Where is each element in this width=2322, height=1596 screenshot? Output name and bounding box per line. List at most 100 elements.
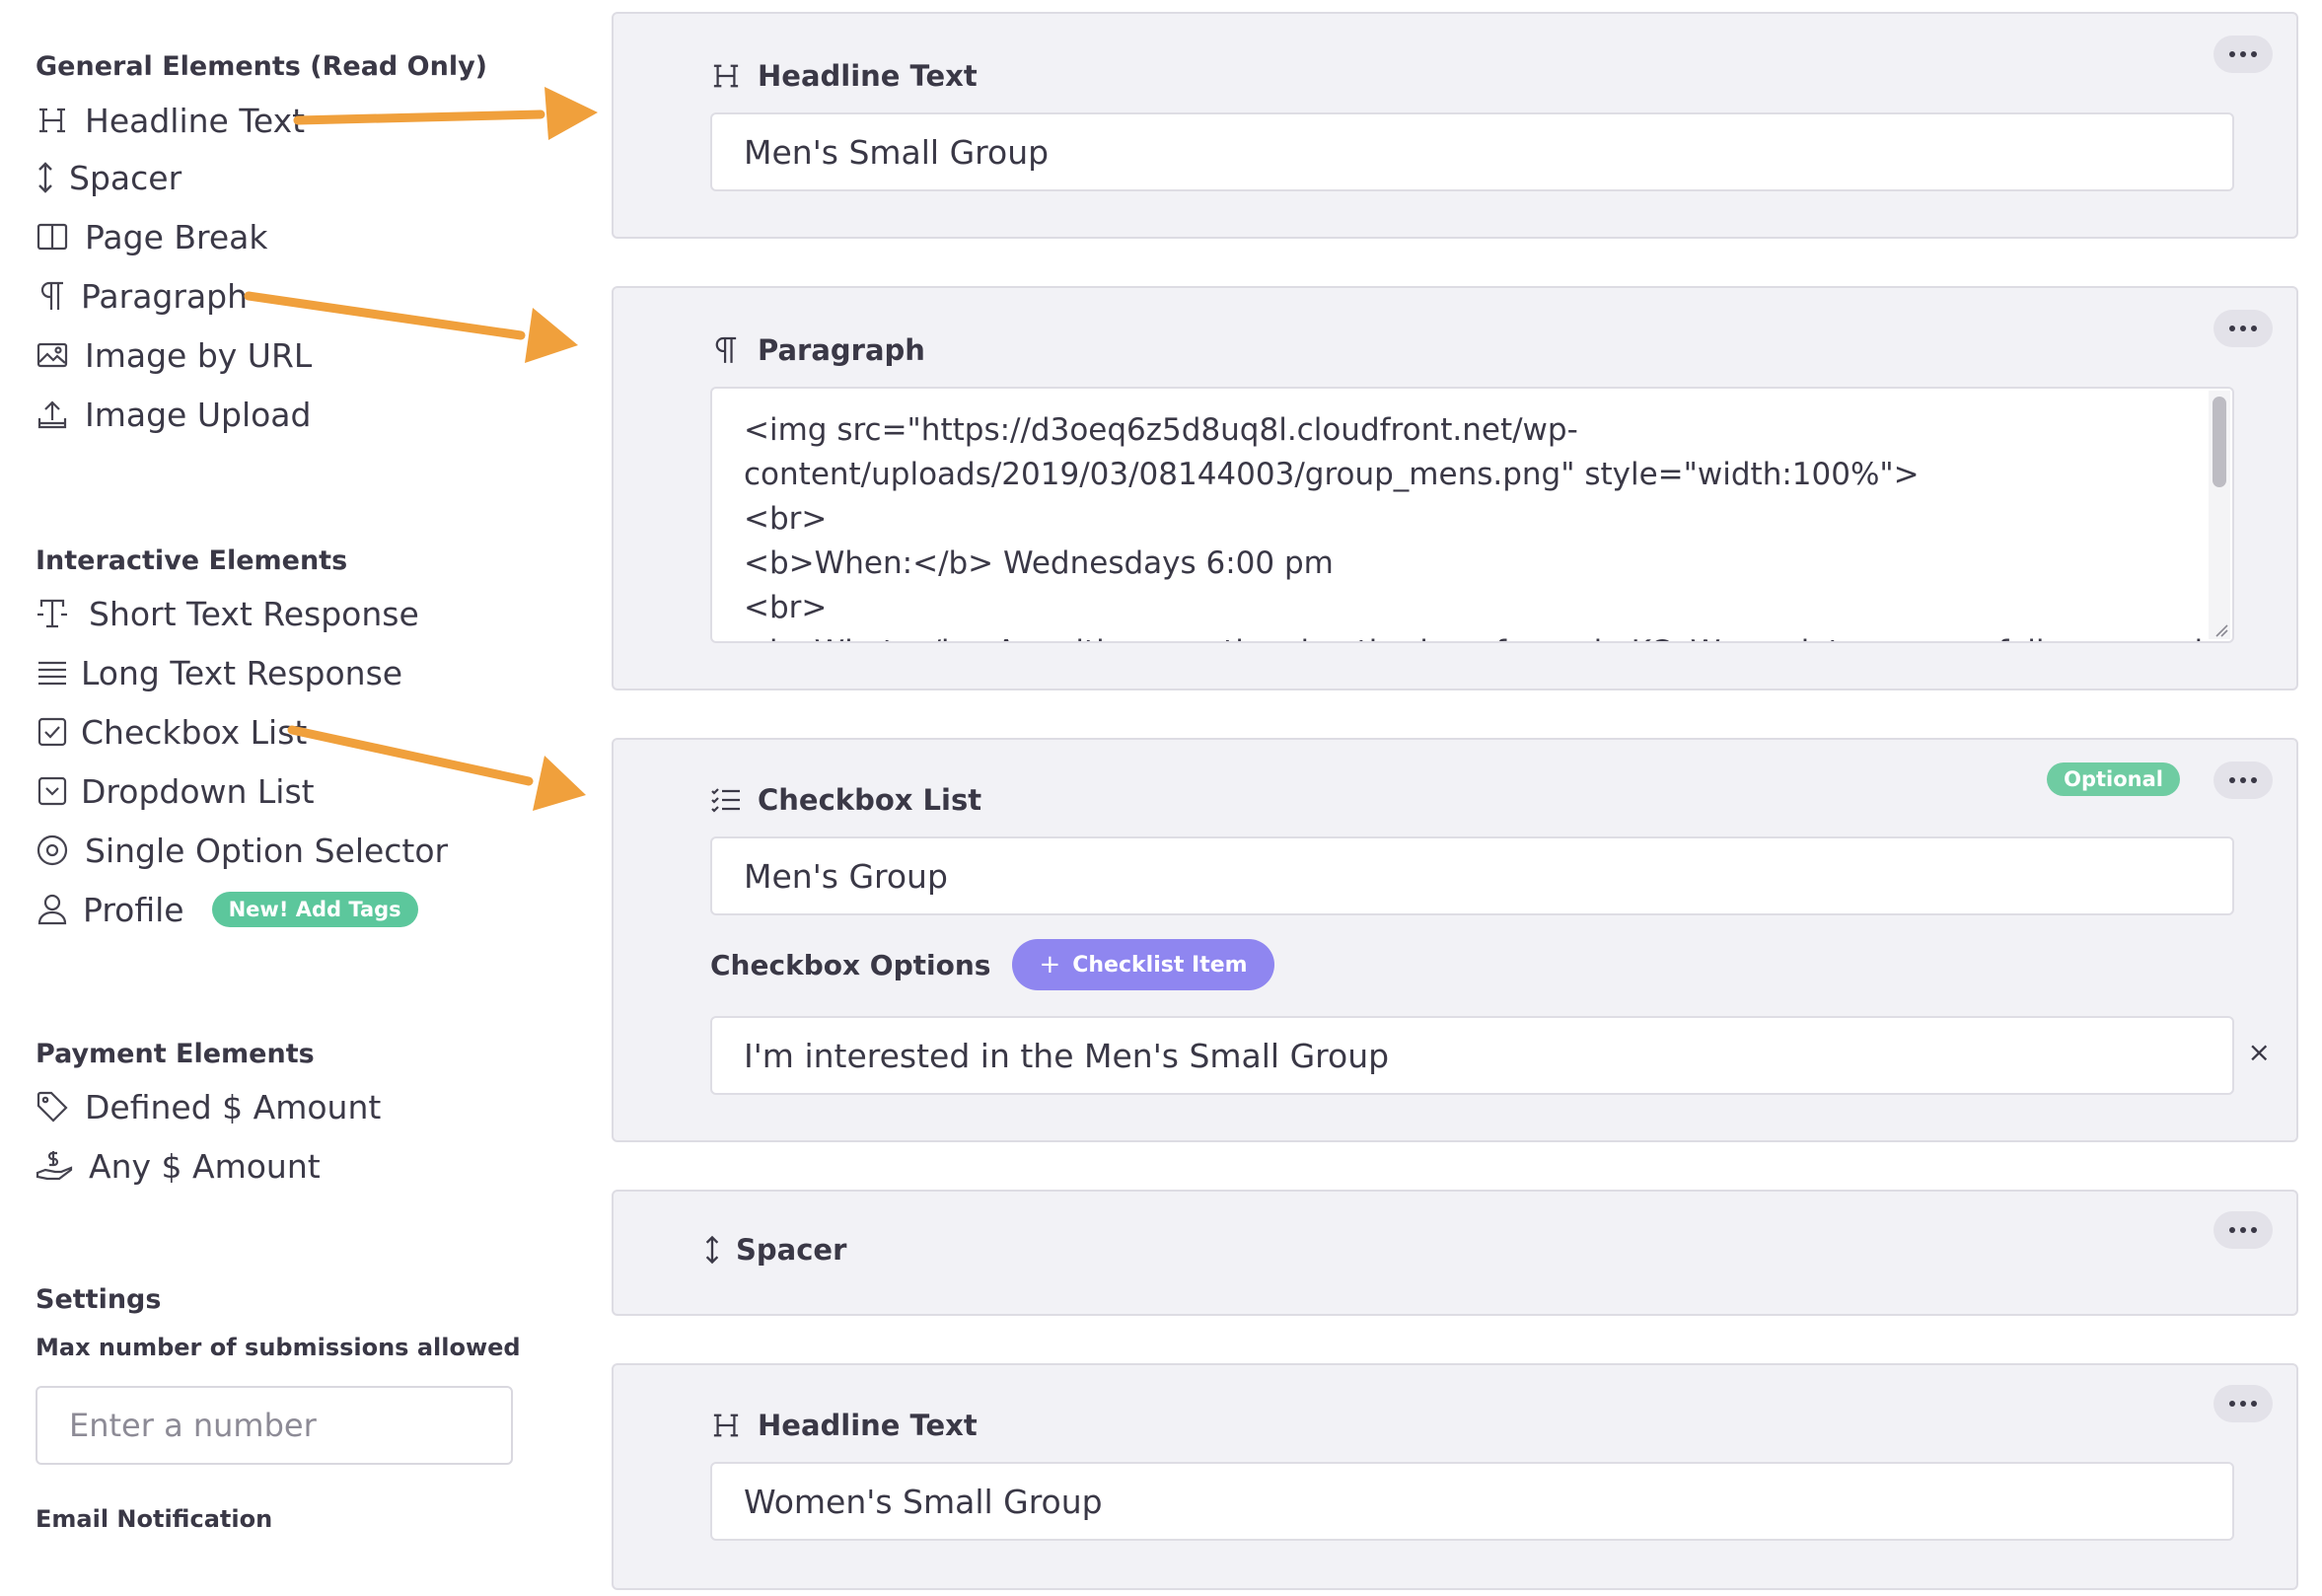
sidebar-item-headline-text[interactable]: Headline Text bbox=[36, 93, 305, 148]
heading-icon bbox=[36, 104, 69, 137]
vertical-arrows-icon bbox=[702, 1234, 722, 1266]
checkbox-option-input[interactable]: I'm interested in the Men's Small Group bbox=[710, 1016, 2234, 1095]
sidebar-item-label: Profile bbox=[83, 890, 184, 929]
sidebar-item-label: Defined $ Amount bbox=[85, 1087, 382, 1126]
card-headline-text-2[interactable]: Headline Text Women's Small Group bbox=[612, 1363, 2298, 1590]
user-icon bbox=[36, 893, 69, 926]
sidebar-item-label: Image by URL bbox=[85, 335, 313, 375]
dot-icon bbox=[2251, 1227, 2257, 1233]
section-title-interactive: Interactive Elements bbox=[36, 545, 348, 576]
sidebar-item-label: Headline Text bbox=[85, 101, 306, 140]
dot-icon bbox=[2251, 1401, 2257, 1407]
radio-icon bbox=[36, 834, 69, 867]
sidebar-item-label: Image Upload bbox=[85, 395, 312, 434]
card-title: Paragraph bbox=[758, 333, 925, 367]
paragraph-html-content: <img src="https://d3oeq6z5d8uq8l.cloudfr… bbox=[744, 412, 2203, 641]
paragraph-icon bbox=[710, 334, 742, 366]
checkbox-list-title-input[interactable]: Men's Group bbox=[710, 836, 2234, 915]
paragraph-textarea[interactable]: <img src="https://d3oeq6z5d8uq8l.cloudfr… bbox=[710, 387, 2234, 643]
dot-icon bbox=[2240, 326, 2246, 331]
new-feature-badge: New! Add Tags bbox=[211, 892, 418, 927]
sidebar-item-label: Page Break bbox=[85, 217, 268, 256]
max-submissions-input[interactable] bbox=[36, 1386, 513, 1465]
dot-icon bbox=[2251, 51, 2257, 57]
hand-money-icon bbox=[36, 1149, 73, 1183]
card-header: Spacer bbox=[702, 1233, 846, 1267]
optional-badge: Optional bbox=[2047, 762, 2180, 796]
more-options-button[interactable] bbox=[2213, 36, 2273, 73]
checkbox-options-row: Checkbox Options + Checklist Item bbox=[710, 939, 1274, 990]
element-sidebar: General Elements (Read Only) Headline Te… bbox=[0, 0, 592, 1596]
card-checkbox-list[interactable]: Optional Checkbox List Men's Group Check… bbox=[612, 738, 2298, 1142]
card-title: Headline Text bbox=[758, 59, 978, 93]
section-title-general: General Elements (Read Only) bbox=[36, 51, 488, 82]
checkbox-options-label: Checkbox Options bbox=[710, 948, 991, 981]
card-header: Headline Text bbox=[710, 59, 978, 93]
dot-icon bbox=[2229, 1401, 2235, 1407]
scrollbar-thumb[interactable] bbox=[2213, 397, 2226, 487]
card-title: Spacer bbox=[736, 1233, 847, 1267]
sidebar-item-page-break[interactable]: Page Break bbox=[36, 209, 268, 264]
card-headline-text[interactable]: Headline Text Men's Small Group bbox=[612, 12, 2298, 239]
card-spacer[interactable]: Spacer bbox=[612, 1190, 2298, 1316]
card-header: Checkbox List bbox=[710, 783, 981, 817]
image-icon bbox=[36, 338, 69, 372]
sidebar-item-label: Single Option Selector bbox=[85, 831, 449, 870]
dot-icon bbox=[2240, 777, 2246, 783]
page-break-icon bbox=[36, 220, 69, 254]
sidebar-item-image-upload[interactable]: Image Upload bbox=[36, 387, 311, 442]
sidebar-item-label: Paragraph bbox=[81, 276, 249, 316]
sidebar-item-paragraph[interactable]: Paragraph bbox=[36, 268, 248, 324]
sidebar-item-long-text-response[interactable]: Long Text Response bbox=[36, 645, 402, 700]
email-notification-label: Email Notification bbox=[36, 1505, 273, 1533]
headline-input[interactable]: Men's Small Group bbox=[710, 112, 2234, 191]
sidebar-item-label: Long Text Response bbox=[81, 653, 403, 692]
heading-icon bbox=[710, 60, 742, 92]
section-title-settings: Settings bbox=[36, 1284, 162, 1315]
checklist-icon bbox=[710, 784, 742, 816]
vertical-arrows-icon bbox=[36, 161, 55, 194]
dot-icon bbox=[2240, 51, 2246, 57]
sidebar-item-image-by-url[interactable]: Image by URL bbox=[36, 327, 312, 383]
more-options-button[interactable] bbox=[2213, 1211, 2273, 1249]
headline-input[interactable]: Women's Small Group bbox=[710, 1462, 2234, 1541]
sidebar-item-single-option-selector[interactable]: Single Option Selector bbox=[36, 823, 448, 878]
lines-icon bbox=[36, 656, 69, 689]
dot-icon bbox=[2251, 326, 2257, 331]
dropdown-icon bbox=[36, 774, 69, 808]
remove-option-icon[interactable]: × bbox=[2248, 1036, 2271, 1068]
sidebar-item-checkbox-list[interactable]: Checkbox List bbox=[36, 704, 307, 760]
paragraph-icon bbox=[36, 279, 69, 313]
sidebar-item-label: Dropdown List bbox=[81, 771, 315, 811]
sidebar-item-label: Spacer bbox=[69, 158, 182, 197]
card-header: Headline Text bbox=[710, 1409, 978, 1442]
sidebar-item-spacer[interactable]: Spacer bbox=[36, 150, 181, 205]
section-title-payment: Payment Elements bbox=[36, 1039, 315, 1069]
sidebar-item-any-amount[interactable]: Any $ Amount bbox=[36, 1138, 321, 1194]
sidebar-item-label: Short Text Response bbox=[89, 594, 419, 633]
dot-icon bbox=[2240, 1227, 2246, 1233]
short-text-icon bbox=[36, 597, 69, 630]
dot-icon bbox=[2229, 1227, 2235, 1233]
dot-icon bbox=[2240, 1401, 2246, 1407]
max-submissions-label: Max number of submissions allowed bbox=[36, 1334, 521, 1361]
plus-icon: + bbox=[1039, 950, 1061, 979]
sidebar-item-defined-amount[interactable]: Defined $ Amount bbox=[36, 1079, 381, 1134]
resize-handle-icon[interactable] bbox=[2214, 623, 2228, 637]
checkbox-icon bbox=[36, 715, 69, 749]
more-options-button[interactable] bbox=[2213, 1385, 2273, 1422]
sidebar-item-profile[interactable]: Profile New! Add Tags bbox=[36, 882, 418, 937]
more-options-button[interactable] bbox=[2213, 310, 2273, 347]
add-checklist-item-button[interactable]: + Checklist Item bbox=[1012, 939, 1274, 990]
add-checklist-item-label: Checklist Item bbox=[1072, 952, 1248, 978]
dot-icon bbox=[2229, 326, 2235, 331]
card-paragraph[interactable]: Paragraph <img src="https://d3oeq6z5d8uq… bbox=[612, 286, 2298, 690]
dot-icon bbox=[2251, 777, 2257, 783]
sidebar-item-label: Any $ Amount bbox=[89, 1146, 321, 1186]
dot-icon bbox=[2229, 777, 2235, 783]
sidebar-item-short-text-response[interactable]: Short Text Response bbox=[36, 586, 419, 641]
sidebar-item-dropdown-list[interactable]: Dropdown List bbox=[36, 763, 315, 819]
card-header: Paragraph bbox=[710, 333, 925, 367]
tag-icon bbox=[36, 1090, 69, 1124]
more-options-button[interactable] bbox=[2213, 762, 2273, 799]
